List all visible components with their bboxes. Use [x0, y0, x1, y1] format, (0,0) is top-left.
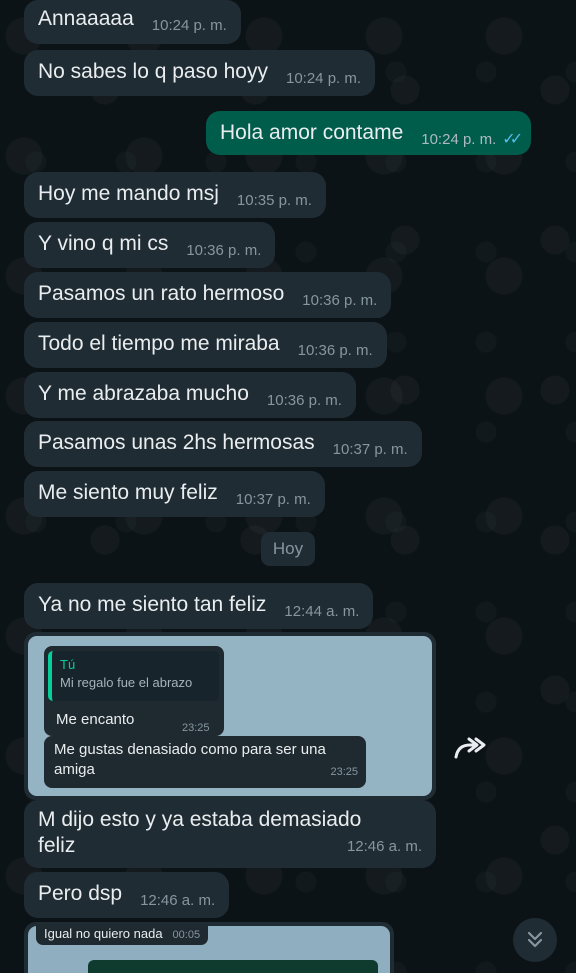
message-time: 10:35 p. m. [236, 192, 312, 209]
message-bubble[interactable]: Pasamos unas 2hs hermosas 10:37 p. m. [24, 421, 422, 467]
screenshot-quote: Tú Mi regalo fue el abrazo [48, 651, 219, 701]
message-bubble[interactable]: Todo el tiempo me miraba 10:36 p. m. [24, 322, 387, 368]
message-bubble-outgoing[interactable]: Hola amor contame 10:24 p. m. ✓✓ [206, 111, 532, 155]
message-bubble[interactable]: Y vino q mi cs 10:36 p. m. [24, 222, 276, 268]
message-time: 10:24 p. m. [151, 17, 227, 34]
image-message[interactable]: Igual no quiero nada 00:05 [24, 922, 394, 973]
message-text: Pasamos un rato hermoso [38, 282, 285, 305]
message-text: Hoy me mando msj [38, 182, 219, 205]
message-bubble[interactable]: Y me abrazaba mucho 10:36 p. m. [24, 372, 356, 418]
image-message[interactable]: Tú Mi regalo fue el abrazo Me encanto 23… [24, 632, 436, 800]
message-bubble[interactable]: Pasamos un rato hermoso 10:36 p. m. [24, 272, 392, 318]
screenshot-message-line1: Me gustas denasiado como para ser una [54, 741, 326, 758]
message-text: Annaaaaa [38, 7, 134, 30]
message-text: Pero dsp [38, 882, 123, 905]
message-time: 10:36 p. m. [186, 242, 262, 259]
message-bubble[interactable]: Pero dsp 12:46 a. m. [24, 872, 230, 918]
screenshot-input-strip [88, 960, 378, 973]
screenshot-message-bubble: Igual no quiero nada 00:05 [36, 924, 209, 945]
screenshot-message-text: Igual no quiero nada [44, 926, 163, 941]
message-text: Todo el tiempo me miraba [38, 332, 280, 355]
message-time: 10:24 p. m. [421, 131, 497, 148]
scroll-to-bottom-button[interactable] [513, 918, 557, 962]
message-text: Y me abrazaba mucho [38, 382, 249, 405]
message-time: 12:46 a. m. [140, 892, 216, 909]
message-time: 12:44 a. m. [284, 603, 360, 620]
date-separator: Hoy [261, 532, 315, 566]
screenshot-reply-bubble: Tú Mi regalo fue el abrazo Me encanto 23… [44, 646, 224, 736]
message-time: 10:36 p. m. [302, 292, 378, 309]
message-bubble[interactable]: Annaaaaa 10:24 p. m. [24, 0, 241, 44]
screenshot-message-time: 00:05 [172, 929, 201, 941]
message-text: Hola amor contame [220, 121, 404, 144]
screenshot-image[interactable]: Tú Mi regalo fue el abrazo Me encanto 23… [28, 636, 432, 796]
message-time: 10:36 p. m. [297, 342, 373, 359]
message-bubble[interactable]: M dijo esto y ya estaba demasiado feliz … [24, 800, 436, 868]
message-time: 10:37 p. m. [332, 441, 408, 458]
screenshot-message-time: 23:25 [330, 766, 358, 778]
forward-icon[interactable] [452, 733, 490, 763]
screenshot-message-bubble: Me gustas denasiado como para ser una am… [44, 736, 366, 788]
message-text: Me siento muy feliz [38, 481, 218, 504]
message-bubble[interactable]: Hoy me mando msj 10:35 p. m. [24, 172, 326, 218]
message-time: 10:24 p. m. [285, 70, 362, 87]
chevron-double-down-icon [527, 931, 543, 948]
message-time: 10:37 p. m. [235, 491, 311, 508]
message-text: Pasamos unas 2hs hermosas [38, 431, 315, 454]
screenshot-image[interactable]: Igual no quiero nada 00:05 [28, 924, 390, 973]
message-bubble[interactable]: Ya no me siento tan feliz 12:44 a. m. [24, 583, 374, 629]
screenshot-reply-text: Me encanto [56, 711, 135, 728]
message-text: Ya no me siento tan feliz [38, 593, 267, 616]
double-check-icon: ✓✓ [502, 131, 523, 148]
message-text-line1: M dijo esto y ya estaba demasiado [38, 808, 362, 831]
message-text: No sabes lo q paso hoyy [38, 60, 268, 83]
message-text: Y vino q mi cs [38, 232, 169, 255]
message-bubble[interactable]: No sabes lo q paso hoyy 10:24 p. m. [24, 50, 376, 96]
message-time: 12:46 a. m. [346, 838, 422, 855]
quote-text: Mi regalo fue el abrazo [60, 675, 193, 690]
quote-author: Tú [60, 657, 76, 672]
message-bubble[interactable]: Me siento muy feliz 10:37 p. m. [24, 471, 325, 517]
message-time: 10:36 p. m. [266, 392, 342, 409]
screenshot-reply-time: 23:25 [182, 722, 210, 734]
screenshot-message-line2: amiga [54, 761, 95, 778]
